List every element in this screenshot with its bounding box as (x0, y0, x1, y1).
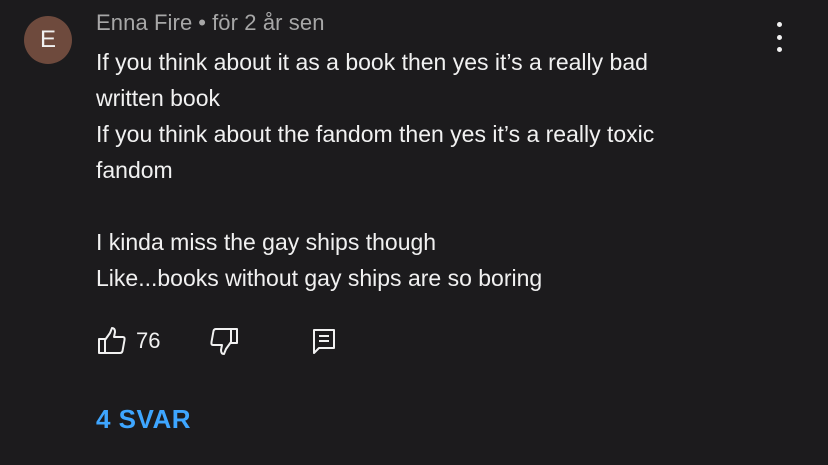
menu-dot (776, 34, 782, 40)
comment-icon (310, 326, 338, 356)
comment-line: If you think about it as a book then yes… (96, 49, 648, 75)
timestamp[interactable]: för 2 år sen (212, 10, 324, 35)
author-name[interactable]: Enna Fire (96, 10, 192, 35)
thumbs-down-icon (208, 325, 240, 357)
comment-line: I kinda miss the gay ships though (96, 229, 437, 255)
like-button[interactable]: 76 (96, 324, 160, 358)
dislike-button[interactable] (208, 324, 240, 358)
view-replies-button[interactable]: 4 SVAR (96, 404, 191, 435)
thumbs-up-icon (96, 325, 128, 357)
comment-text: If you think about it as a book then yes… (96, 44, 796, 296)
comment-line (96, 188, 796, 224)
avatar[interactable]: E (24, 16, 72, 64)
like-count: 76 (136, 328, 161, 353)
comment-line: If you think about the fandom then yes i… (96, 121, 655, 147)
comment-line: written book (96, 85, 221, 111)
comment-line: Like...books without gay ships are so bo… (96, 265, 543, 291)
reply-button[interactable] (310, 324, 338, 358)
comment-actions: 76 (96, 324, 356, 358)
menu-dot (776, 22, 782, 27)
comment-card: E Enna Fire • för 2 år sen If you think ab… (0, 0, 828, 465)
avatar-letter: E (39, 26, 56, 53)
comment-line: fandom (96, 157, 173, 183)
comment-header: Enna Fire • för 2 år sen (96, 10, 325, 36)
meta-separator: • (198, 10, 207, 35)
